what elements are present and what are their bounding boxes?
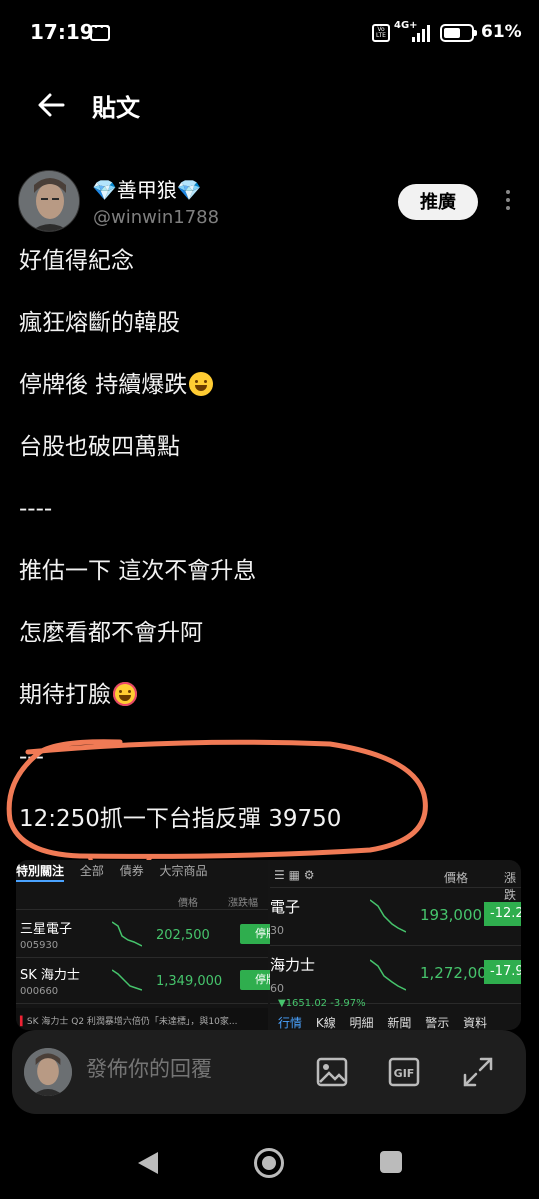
battery-percent: 61% [481,22,522,42]
smiling-hearts-emoji-icon [113,682,137,706]
index-change: ▼1651.02 -3.97% [278,998,366,1009]
quote-panel: ☰ ▦ ⚙ 價格 漲跌 電子 30 193,000 -12.2 海力士 60 1… [270,860,521,1030]
image-icon[interactable] [314,1054,350,1090]
sparkline-icon [370,959,406,991]
table-row: 三星電子 005930 202,500 停牌 [16,912,292,958]
svg-text:GIF: GIF [394,1067,415,1080]
reply-input[interactable] [86,1058,286,1082]
post-line: 期待打臉 [19,678,519,740]
post-line: --- [19,744,44,770]
avatar[interactable] [18,170,80,232]
more-vertical-icon[interactable] [500,190,516,216]
reply-composer: GIF [12,1030,526,1114]
signal-icon [412,24,434,42]
expand-icon[interactable] [460,1054,496,1090]
avatar [24,1048,72,1096]
message-notification-icon [90,22,111,41]
post-line: 怎麼看都不會升阿 [19,620,203,646]
app-header: 貼文 [0,70,539,140]
sparkline-icon [370,899,406,933]
nav-back-icon[interactable] [136,1150,160,1176]
promote-button[interactable]: 推廣 [398,184,478,220]
quote-header: ☰ ▦ ⚙ 價格 漲跌 [270,866,521,902]
sparkline-icon [112,921,142,947]
nav-home-icon[interactable] [254,1148,284,1178]
system-nav-bar [0,1130,539,1199]
arrow-left-icon[interactable] [36,90,66,120]
sparkline-icon [112,969,142,991]
table-row: 電子 30 193,000 -12.2 [270,888,521,946]
status-bar: 17:19 Vo LTE 4G+ 61% [0,0,539,66]
post-line: 好值得紀念 [19,248,134,274]
table-row: 海力士 60 1,272,000 -17.9 [270,946,521,1004]
post-line: ---- [19,496,53,522]
post-image[interactable]: 特別關注 全部 債券 大宗商品 價格 漲跌幅 三星電子 005930 202,5… [16,860,521,1030]
post-line: 12:250抓一下台指反彈 39750 [19,806,342,832]
page-title: 貼文 [92,94,140,122]
post-body: 好值得紀念 瘋狂熔斷的韓股 停牌後 持續爆跌 台股也破四萬點 ---- 推估一下… [19,244,519,864]
news-ticker: ▍SK 海力士 Q2 利潤暴增六倍仍「未達標」，與10家... [16,1008,268,1030]
gif-icon[interactable]: GIF [386,1054,422,1090]
post-line: 台股也破四萬點 [19,434,180,460]
watchlist-tabs: 特別關注 全部 債券 大宗商品 [16,862,268,882]
rofl-emoji-icon [189,372,214,396]
volte-icon: Vo LTE [372,24,390,42]
display-name[interactable]: 💎善甲狼💎 [92,174,202,203]
nav-recents-icon[interactable] [380,1151,402,1173]
user-handle[interactable]: @winwin1788 [93,207,219,228]
post-author: 💎善甲狼💎 @winwin1788 推廣 [0,168,539,234]
post-line: 瘋狂熔斷的韓股 [19,310,180,336]
watchlist-panel: 特別關注 全部 債券 大宗商品 價格 漲跌幅 三星電子 005930 202,5… [16,860,292,1030]
quote-tabs: 行情 K線 明細 新聞 警示 資料 [278,1016,488,1030]
table-row: SK 海力士 000660 1,349,000 停牌 [16,958,292,1004]
watchlist-header: 價格 漲跌幅 [16,890,268,910]
battery-icon [440,24,477,42]
status-time: 17:19 [30,20,94,44]
post-line: 停牌後 持續爆跌 [19,368,519,430]
post-line: 推估一下 這次不會升息 [19,558,257,584]
